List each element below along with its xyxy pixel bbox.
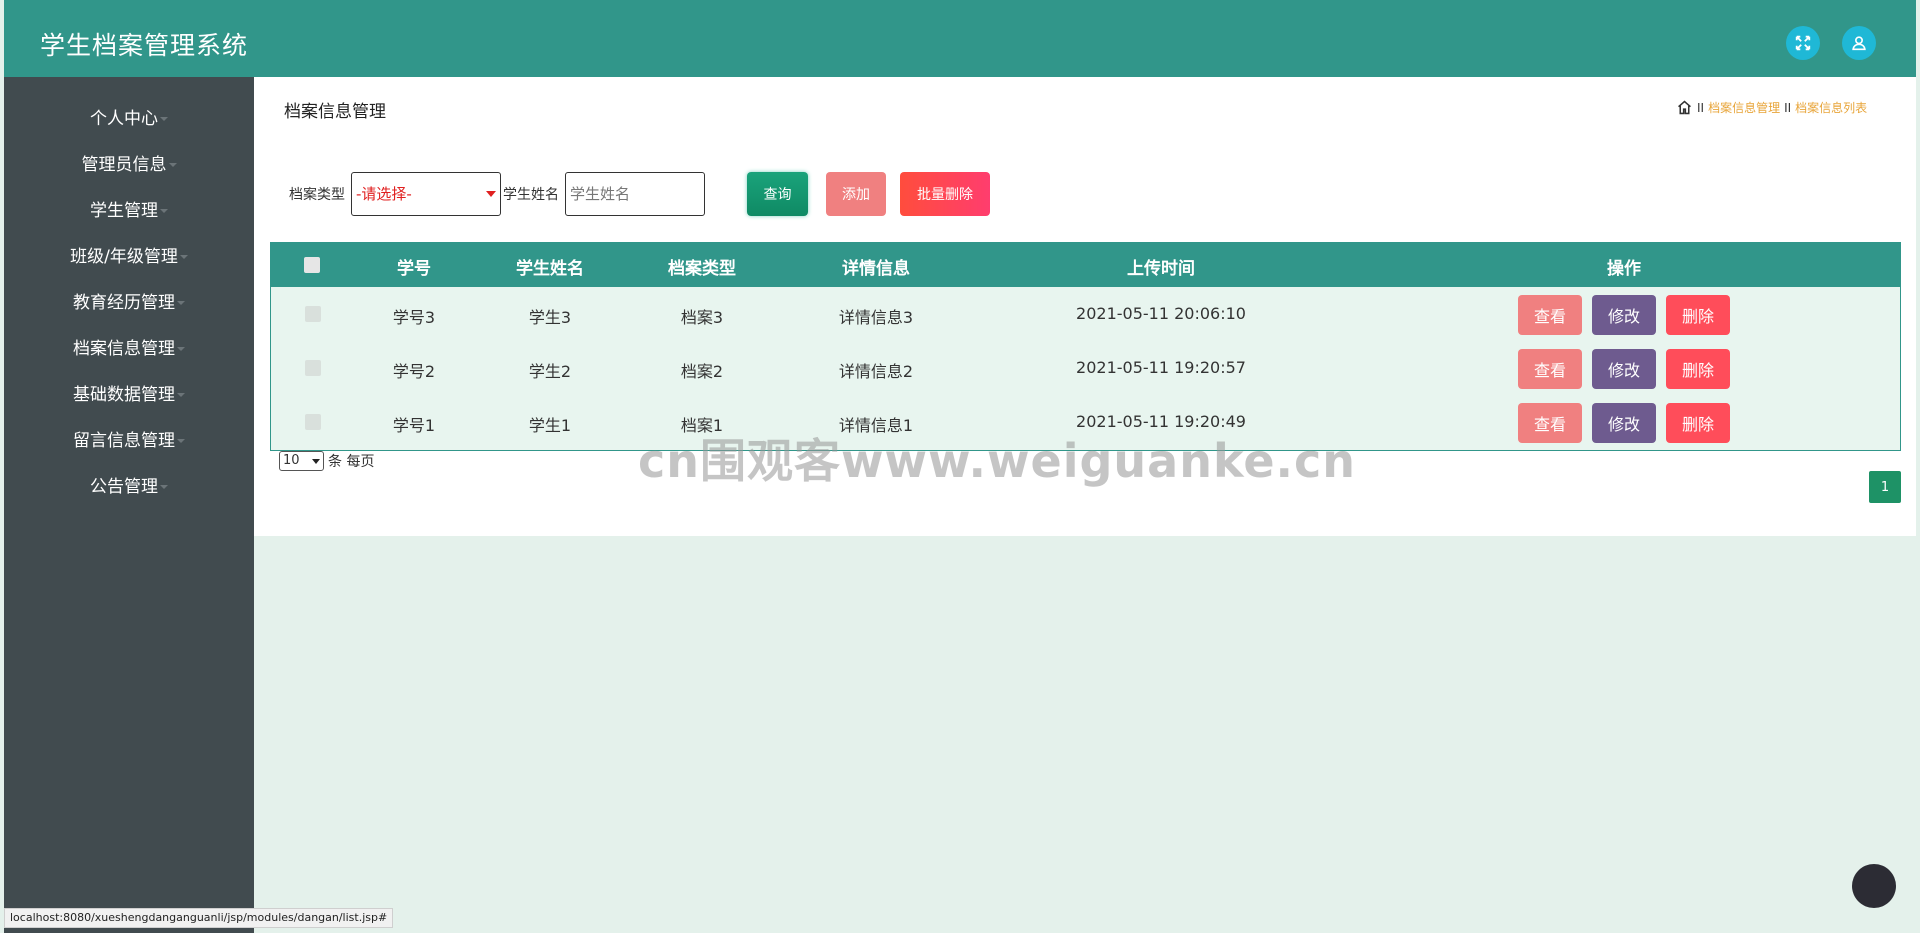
caret-down-icon [179,255,188,259]
delete-button[interactable]: 删除 [1666,349,1730,389]
edit-button[interactable]: 修改 [1592,403,1656,443]
sidebar-item-basic-data[interactable]: 基础数据管理 [4,377,254,413]
archive-type-select-value: -请选择- [356,185,412,203]
caret-down-icon [177,347,185,351]
app-title: 学生档案管理系统 [40,31,249,60]
view-button[interactable]: 查看 [1518,403,1582,443]
row-checkbox[interactable] [305,306,321,322]
cell-details: 详情信息2 [838,362,914,381]
table-row: 学号3 学生3 档案3 详情信息3 2021-05-11 20:06:10 查看… [271,287,1900,341]
sidebar-item-archive[interactable]: 档案信息管理 [4,331,254,367]
breadcrumb: II 档案信息管理 II 档案信息列表 [1676,99,1867,116]
archive-type-label: 档案类型 [289,187,345,203]
student-name-label: 学生姓名 [503,187,559,203]
sidebar-item-education[interactable]: 教育经历管理 [4,285,254,321]
sidebar-item-messages[interactable]: 留言信息管理 [4,423,254,459]
cell-details: 详情信息3 [838,308,914,327]
fullscreen-icon[interactable] [1786,26,1820,60]
archive-type-select[interactable]: -请选择- [351,172,501,216]
status-bar-url: localhost:8080/xueshengdanganguanli/jsp/… [4,908,394,928]
column-header-actions: 操作 [1607,259,1641,279]
cell-student-name: 学生2 [528,362,572,381]
row-checkbox[interactable] [305,360,321,376]
edit-button[interactable]: 修改 [1592,349,1656,389]
caret-down-icon [177,301,185,305]
breadcrumb-separator: II [1784,100,1792,115]
column-header-upload-time: 上传时间 [1127,259,1195,279]
per-page-select[interactable]: 10 [279,451,324,471]
row-checkbox[interactable] [305,414,321,430]
batch-delete-button[interactable]: 批量删除 [900,172,990,216]
column-header-details: 详情信息 [842,259,910,279]
table-header: 学号 学生姓名 档案类型 详情信息 上传时间 操作 [271,243,1900,287]
view-button[interactable]: 查看 [1518,295,1582,335]
add-button[interactable]: 添加 [826,172,886,216]
per-page-value: 10 [283,453,300,468]
per-page-control: 10 条 每页 [279,451,374,471]
page-title: 档案信息管理 [284,102,386,122]
caret-down-icon [160,209,168,213]
caret-down-icon [177,439,185,443]
home-icon[interactable] [1676,99,1693,116]
caret-down-icon [168,163,177,167]
search-button[interactable]: 查询 [747,172,808,216]
column-header-student-id: 学号 [397,259,431,279]
breadcrumb-archive-management[interactable]: 档案信息管理 [1708,99,1780,116]
watermark: cn围观客www.weiguanke.cn [638,434,1357,488]
cell-student-id: 学号3 [392,308,436,327]
cell-upload-time: 2021-05-11 19:20:57 [1076,358,1246,377]
cell-archive-type: 档案3 [680,308,724,327]
edit-button[interactable]: 修改 [1592,295,1656,335]
cell-student-id: 学号2 [392,362,436,381]
sidebar-item-notices[interactable]: 公告管理 [4,469,254,505]
view-button[interactable]: 查看 [1518,349,1582,389]
sidebar-item-student-management[interactable]: 学生管理 [4,193,254,229]
caret-down-icon [160,117,168,121]
per-page-label: 条 每页 [328,454,375,470]
column-header-student-name: 学生姓名 [516,259,584,279]
column-header-archive-type: 档案类型 [668,259,736,279]
caret-down-icon [160,485,168,489]
page-button-current[interactable]: 1 [1869,471,1901,503]
sidebar-item-personal-center[interactable]: 个人中心 [4,101,254,137]
student-name-input[interactable]: 学生姓名 [565,172,705,216]
cell-archive-type: 档案2 [680,362,724,381]
table-row: 学号2 学生2 档案2 详情信息2 2021-05-11 19:20:57 查看… [271,341,1900,395]
sidebar: 个人中心 管理员信息 学生管理 班级/年级管理 教育经历管理 档案信息管理 基础… [4,77,254,933]
cell-student-name: 学生3 [528,308,572,327]
chevron-down-icon [312,459,320,464]
breadcrumb-separator: II [1697,100,1705,115]
delete-button[interactable]: 删除 [1666,295,1730,335]
archive-table: 学号 学生姓名 档案类型 详情信息 上传时间 操作 学号3 学生3 档案3 详情… [270,242,1901,451]
cell-upload-time: 2021-05-11 20:06:10 [1076,304,1246,323]
select-all-checkbox[interactable] [304,257,320,273]
sidebar-item-class-grade[interactable]: 班级/年级管理 [4,239,254,275]
top-header: 学生档案管理系统 [4,0,1916,77]
chevron-down-icon [486,191,496,197]
breadcrumb-archive-list[interactable]: 档案信息列表 [1795,99,1867,116]
user-icon[interactable] [1842,26,1876,60]
delete-button[interactable]: 删除 [1666,403,1730,443]
cell-student-name: 学生1 [528,416,572,435]
cell-student-id: 学号1 [392,416,436,435]
sidebar-item-admin-info[interactable]: 管理员信息 [4,147,254,183]
floating-action-button[interactable] [1852,864,1896,908]
caret-down-icon [177,393,185,397]
